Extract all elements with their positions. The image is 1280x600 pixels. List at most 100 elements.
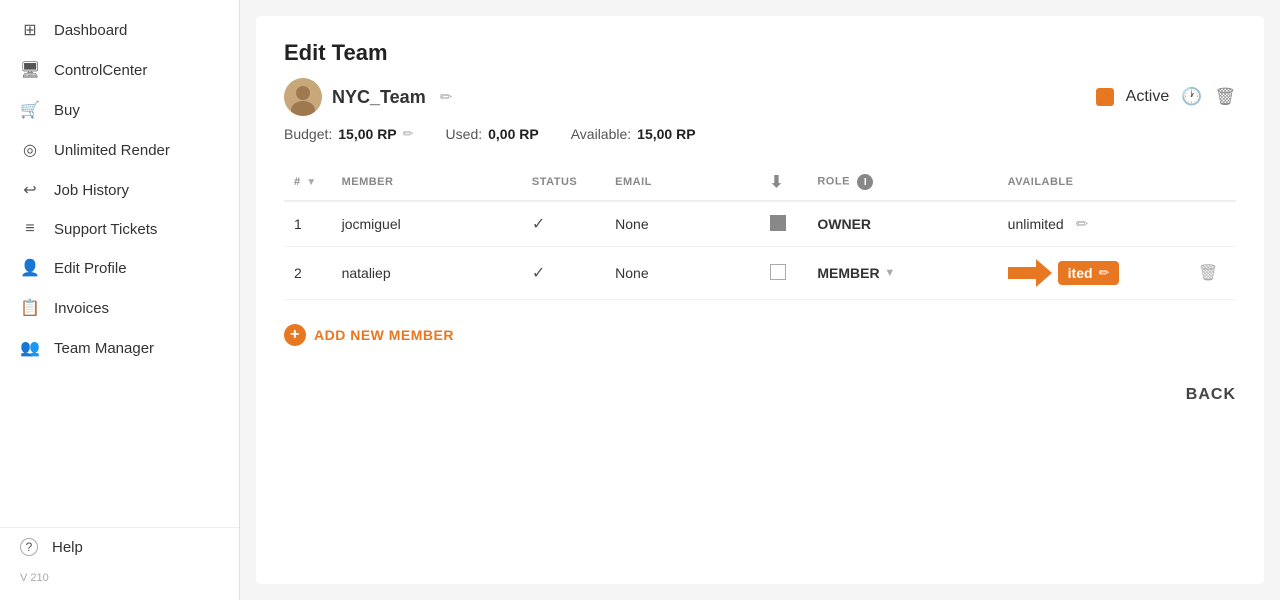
orange-arrow-annotation <box>1008 259 1052 287</box>
team-status-area: Active 🕐 🗑 <box>1096 87 1236 107</box>
sidebar-item-buy[interactable]: 🛒 Buy <box>0 90 239 130</box>
sidebar-item-label: Help <box>52 539 83 556</box>
row1-role: OWNER <box>807 201 997 247</box>
sidebar-item-dashboard[interactable]: ⊞ Dashboard <box>0 10 239 50</box>
history-icon: ↩ <box>20 180 40 200</box>
sidebar-item-controlcenter[interactable]: 🖥 ControlCenter <box>0 50 239 90</box>
budget-row: Budget: 15,00 RP ✏ Used: 0,00 RP Availab… <box>284 126 1236 142</box>
row2-checkbox[interactable] <box>770 264 786 280</box>
team-header: NYC_Team ✏ Active 🕐 🗑 <box>284 78 1236 116</box>
row2-available-highlight: ited ✏ <box>1058 261 1120 285</box>
available-label: Available: <box>571 126 631 142</box>
th-role: ROLE i <box>807 164 997 201</box>
th-status: STATUS <box>522 164 605 201</box>
th-available: AVAILABLE <box>998 164 1188 201</box>
sidebar: ⊞ Dashboard 🖥 ControlCenter 🛒 Buy ◎ Unli… <box>0 0 240 600</box>
version-label: V 210 <box>0 566 239 590</box>
sidebar-item-label: Dashboard <box>54 22 127 39</box>
row2-available-text: ited <box>1068 265 1093 281</box>
budget-label: Budget: <box>284 126 332 142</box>
row2-member: nataliep <box>332 247 522 300</box>
th-dl: ⬇ <box>760 164 808 201</box>
tickets-icon: ≡ <box>20 220 40 238</box>
row1-dl <box>760 201 808 247</box>
team-icon: 👥 <box>20 338 40 358</box>
status-dot <box>1096 88 1114 106</box>
add-member-row[interactable]: + ADD NEW MEMBER <box>284 324 1236 346</box>
team-name-edit-icon[interactable]: ✏ <box>440 88 453 106</box>
render-icon: ◎ <box>20 140 40 160</box>
sort-icon: ▼ <box>306 177 316 188</box>
row2-dl <box>760 247 808 300</box>
invoices-icon: 📋 <box>20 298 40 318</box>
role-dropdown-arrow: ▼ <box>884 267 895 279</box>
sidebar-item-label: Support Tickets <box>54 221 157 238</box>
row2-num: 2 <box>284 247 332 300</box>
budget-edit-icon[interactable]: ✏ <box>403 126 414 142</box>
sidebar-item-invoices[interactable]: 📋 Invoices <box>0 288 239 328</box>
sidebar-item-label: Invoices <box>54 300 109 317</box>
row1-available-text: unlimited <box>1008 216 1064 232</box>
cart-icon: 🛒 <box>20 100 40 120</box>
sidebar-item-job-history[interactable]: ↩ Job History <box>0 170 239 210</box>
back-row: BACK <box>284 386 1236 404</box>
row1-check-icon: ✓ <box>532 216 545 233</box>
role-info-icon[interactable]: i <box>857 174 873 190</box>
monitor-icon: 🖥 <box>20 60 40 80</box>
th-num[interactable]: # ▼ <box>284 164 332 201</box>
profile-icon: 👤 <box>20 258 40 278</box>
dashboard-icon: ⊞ <box>20 20 40 40</box>
sidebar-item-unlimited-render[interactable]: ◎ Unlimited Render <box>0 130 239 170</box>
used-value: 0,00 RP <box>488 126 539 142</box>
th-member: MEMBER <box>332 164 522 201</box>
row1-email: None <box>605 201 760 247</box>
row2-role-select[interactable]: MEMBER OWNER <box>817 265 880 281</box>
sidebar-item-label: Edit Profile <box>54 260 127 277</box>
main-content: Edit Team NYC_Team ✏ Active 🕐 🗑 <box>240 0 1280 600</box>
row1-checkbox-filled[interactable] <box>770 215 786 231</box>
row2-available-edit-icon[interactable]: ✏ <box>1099 265 1110 281</box>
members-table: # ▼ MEMBER STATUS EMAIL ⬇ ROLE i AVAILAB… <box>284 164 1236 300</box>
team-delete-icon[interactable]: 🗑 <box>1214 87 1236 107</box>
row1-status: ✓ <box>522 201 605 247</box>
avatar <box>284 78 322 116</box>
row2-delete-icon[interactable]: 🗑 <box>1198 265 1218 282</box>
row1-member: jocmiguel <box>332 201 522 247</box>
row1-available: unlimited ✏ <box>998 201 1188 247</box>
budget-item: Budget: 15,00 RP ✏ <box>284 126 414 142</box>
team-history-icon[interactable]: 🕐 <box>1181 87 1202 107</box>
row1-available-edit-icon[interactable]: ✏ <box>1076 215 1089 233</box>
row2-email: None <box>605 247 760 300</box>
budget-value: 15,00 RP <box>338 126 396 142</box>
th-action <box>1188 164 1236 201</box>
available-value: 15,00 RP <box>637 126 695 142</box>
sidebar-item-help[interactable]: ? Help <box>0 528 239 566</box>
row2-role: MEMBER OWNER ▼ <box>807 247 997 300</box>
back-button[interactable]: BACK <box>1186 386 1236 404</box>
sidebar-item-label: Buy <box>54 102 80 119</box>
sidebar-item-support-tickets[interactable]: ≡ Support Tickets <box>0 210 239 248</box>
page-title: Edit Team <box>284 40 1236 66</box>
row2-available: ited ✏ <box>998 247 1188 300</box>
row1-num: 1 <box>284 201 332 247</box>
row2-action[interactable]: 🗑 <box>1188 247 1236 300</box>
row2-status: ✓ <box>522 247 605 300</box>
sidebar-item-label: Unlimited Render <box>54 142 170 159</box>
status-label: Active <box>1126 88 1170 106</box>
sidebar-item-label: Team Manager <box>54 340 154 357</box>
row1-role-label: OWNER <box>817 216 871 232</box>
used-label: Used: <box>446 126 483 142</box>
sidebar-item-team-manager[interactable]: 👥 Team Manager <box>0 328 239 368</box>
team-name: NYC_Team <box>332 87 426 108</box>
help-icon: ? <box>20 538 38 556</box>
used-item: Used: 0,00 RP <box>446 126 539 142</box>
add-member-icon: + <box>284 324 306 346</box>
sidebar-item-label: ControlCenter <box>54 62 147 79</box>
row2-check-icon: ✓ <box>532 265 545 282</box>
content-area: Edit Team NYC_Team ✏ Active 🕐 🗑 <box>256 16 1264 584</box>
th-email: EMAIL <box>605 164 760 201</box>
table-row: 2 nataliep ✓ None MEMBER OWNER <box>284 247 1236 300</box>
sidebar-item-edit-profile[interactable]: 👤 Edit Profile <box>0 248 239 288</box>
row1-action <box>1188 201 1236 247</box>
add-member-label: ADD NEW MEMBER <box>314 327 454 343</box>
